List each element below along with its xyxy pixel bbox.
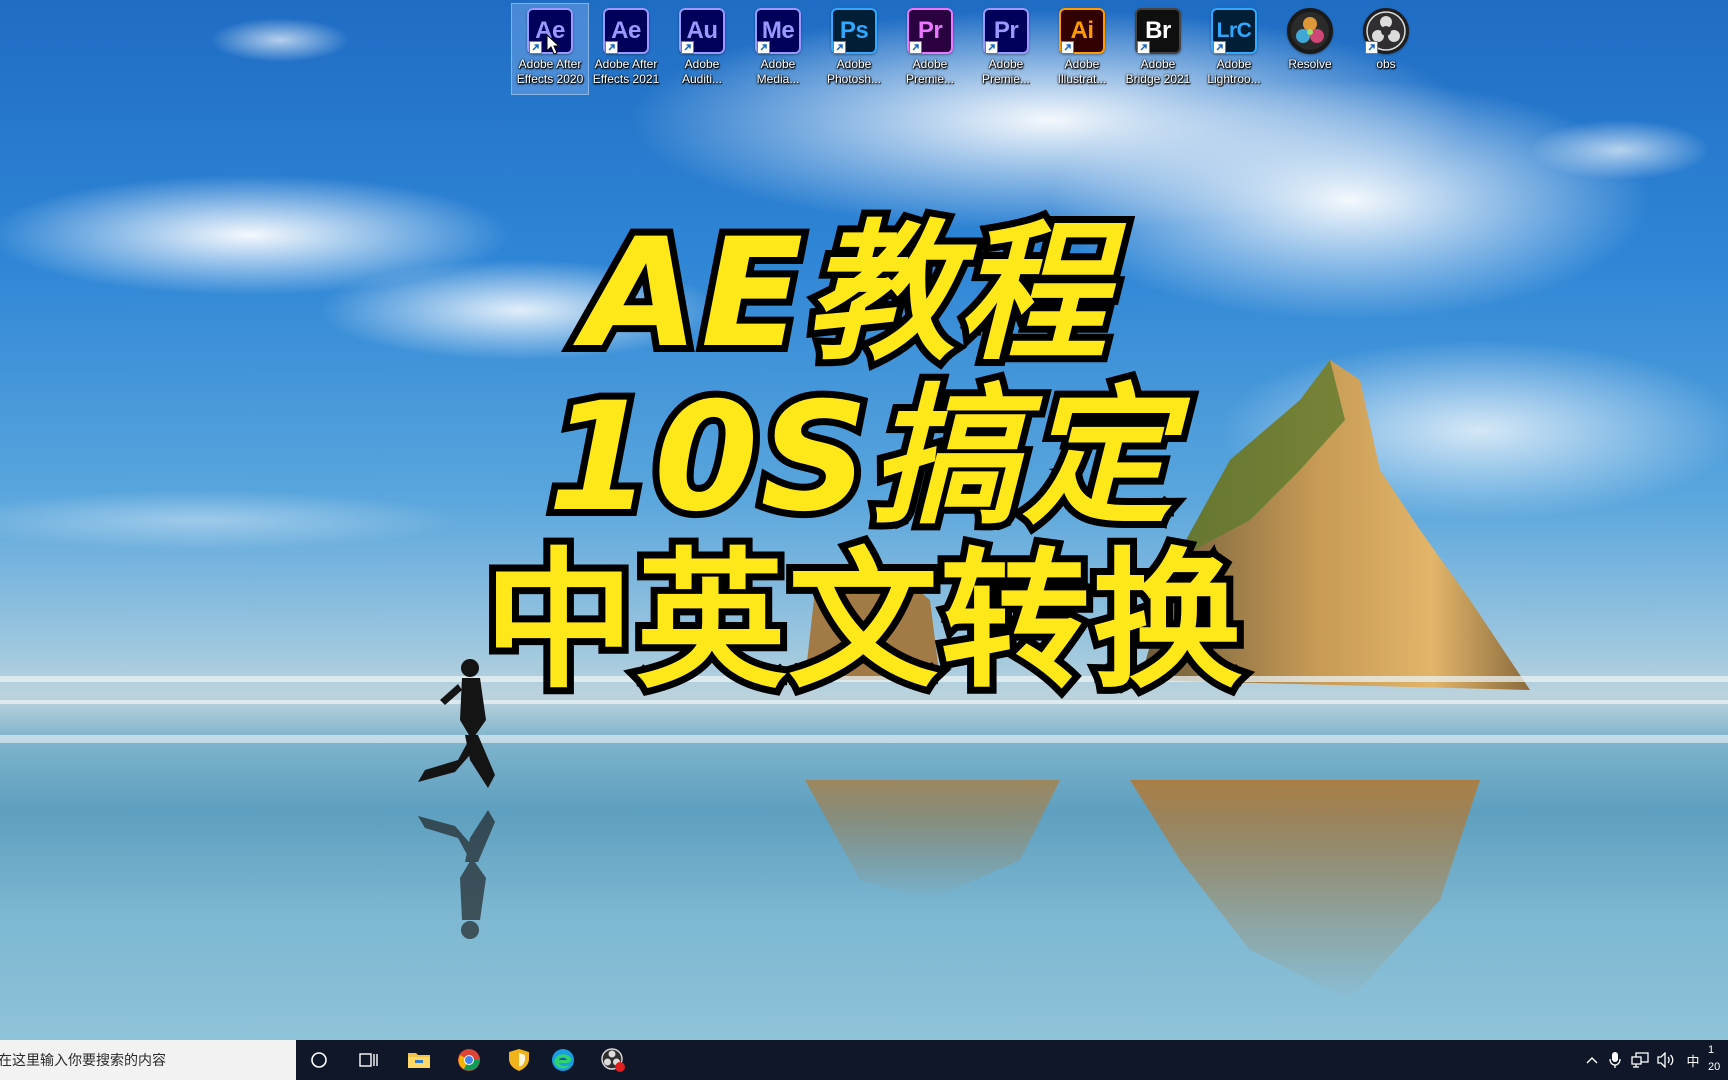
taskbar: 在这里输入你要搜索的内容 中 1 20	[0, 1040, 1728, 1080]
shortcut-arrow-icon	[681, 41, 694, 54]
desktop-icon-resolve[interactable]: Resolve	[1272, 4, 1348, 94]
clock-date: 20	[1708, 1061, 1721, 1073]
desktop-icon-lightroom-classic[interactable]: LrC Adobe Lightroo...	[1196, 4, 1272, 94]
taskbar-edge[interactable]	[540, 1040, 586, 1080]
shortcut-arrow-icon	[1061, 41, 1074, 54]
desktop-icon-label: Adobe Auditi...	[681, 57, 723, 86]
desktop-icon-illustrator[interactable]: Ai Adobe Illustrat...	[1044, 4, 1120, 94]
media-encoder-icon: Me	[755, 8, 801, 54]
desktop-icon-bridge-2021[interactable]: Br Adobe Bridge 2021	[1120, 4, 1196, 94]
premiere-pro-icon: Pr	[983, 8, 1029, 54]
edge-icon	[552, 1049, 574, 1071]
desktop-icon-premiere-pro[interactable]: Pr Adobe Premie...	[968, 4, 1044, 94]
desktop-icon-label: obs	[1376, 57, 1396, 71]
bridge-icon: Br	[1135, 8, 1181, 54]
desktop-icon-premiere-rush[interactable]: Pr Adobe Premie...	[892, 4, 968, 94]
illustrator-icon: Ai	[1059, 8, 1105, 54]
shortcut-arrow-icon	[833, 41, 846, 54]
recording-app-icon	[601, 1048, 625, 1072]
desktop-icon-after-effects-2021[interactable]: Ae Adobe After Effects 2021	[588, 4, 664, 94]
shield-icon	[509, 1049, 529, 1071]
speaker-icon	[1657, 1052, 1674, 1068]
tray-volume[interactable]	[1654, 1040, 1678, 1080]
microphone-icon	[1609, 1052, 1621, 1068]
search-placeholder: 在这里输入你要搜索的内容	[0, 1053, 166, 1069]
desktop-icon-label: Adobe Photosh...	[826, 57, 882, 86]
desktop-icon-label: Adobe Lightroo...	[1207, 57, 1261, 86]
obs-icon	[1363, 8, 1409, 54]
desktop-icon-audition[interactable]: Au Adobe Auditi...	[664, 4, 740, 94]
audition-icon: Au	[679, 8, 725, 54]
chrome-icon	[458, 1049, 480, 1071]
tray-show-hidden-button[interactable]	[1582, 1040, 1602, 1080]
desktop-icon-label: Adobe Premie...	[905, 57, 954, 86]
taskbar-file-explorer[interactable]	[396, 1040, 442, 1080]
desktop-icon-label: Adobe Premie...	[981, 57, 1030, 86]
wallpaper-scene	[0, 10, 1728, 1000]
network-icon	[1631, 1052, 1649, 1068]
desktop-icon-label: Adobe Bridge 2021	[1125, 57, 1191, 86]
tray-network[interactable]	[1628, 1040, 1652, 1080]
shortcut-arrow-icon	[605, 41, 618, 54]
desktop-icon-label: Adobe Media...	[756, 57, 800, 86]
chevron-up-icon	[1586, 1057, 1598, 1064]
ime-label: 中	[1686, 1054, 1700, 1070]
cortana-circle-icon	[311, 1052, 327, 1068]
task-view-button[interactable]	[346, 1040, 392, 1080]
shortcut-arrow-icon	[529, 41, 542, 54]
davinci-resolve-icon	[1287, 8, 1333, 54]
photoshop-icon: Ps	[831, 8, 877, 54]
taskbar-chrome[interactable]	[446, 1040, 492, 1080]
shortcut-arrow-icon	[909, 41, 922, 54]
desktop-icon-label: Resolve	[1288, 57, 1332, 71]
shortcut-arrow-icon	[985, 41, 998, 54]
folder-icon	[408, 1053, 430, 1068]
shortcut-arrow-icon	[1137, 41, 1150, 54]
taskbar-search-box[interactable]: 在这里输入你要搜索的内容	[0, 1040, 296, 1080]
tray-microphone[interactable]	[1604, 1040, 1626, 1080]
after-effects-icon: Ae	[603, 8, 649, 54]
lightroom-classic-icon: LrC	[1211, 8, 1257, 54]
desktop-icon-label: Adobe Illustrat...	[1057, 57, 1107, 86]
desktop-icon-media-encoder[interactable]: Me Adobe Media...	[740, 4, 816, 94]
task-view-icon	[359, 1053, 378, 1067]
mouse-cursor-icon	[546, 34, 560, 55]
premiere-rush-icon: Pr	[907, 8, 953, 54]
shortcut-arrow-icon	[1365, 41, 1378, 54]
desktop-icon-obs[interactable]: obs	[1348, 4, 1424, 94]
taskbar-resolve-recording[interactable]	[590, 1040, 636, 1080]
desktop-icon-label: Adobe After Effects 2020	[516, 57, 584, 86]
desktop-icon-photoshop[interactable]: Ps Adobe Photosh...	[816, 4, 892, 94]
clock-time: 1	[1708, 1044, 1715, 1056]
taskbar-security-app[interactable]	[496, 1040, 542, 1080]
shortcut-arrow-icon	[1213, 41, 1226, 54]
taskbar-clock[interactable]: 1 20	[1708, 1042, 1728, 1080]
shortcut-arrow-icon	[757, 41, 770, 54]
desktop-icon-label: Adobe After Effects 2021	[592, 57, 660, 86]
cortana-button[interactable]	[296, 1040, 342, 1080]
desktop-wallpaper	[0, 0, 1728, 1040]
tray-input-method[interactable]: 中	[1680, 1040, 1706, 1080]
